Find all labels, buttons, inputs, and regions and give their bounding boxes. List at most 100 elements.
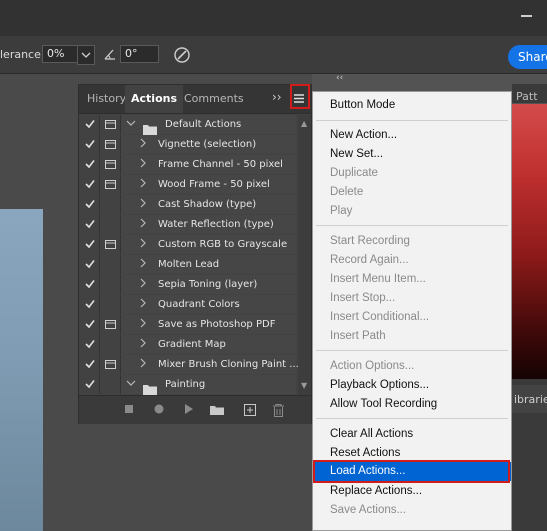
tolerance-dropdown[interactable] — [77, 45, 95, 65]
toggle-checkbox[interactable] — [81, 175, 100, 194]
action-row[interactable]: Save as Photoshop PDF — [79, 315, 297, 334]
menu-item-new-action[interactable]: New Action... — [313, 126, 511, 145]
dialog-toggle[interactable] — [101, 355, 121, 374]
delete-icon[interactable] — [273, 404, 284, 417]
menu-item-action-options[interactable]: Action Options... — [313, 357, 511, 376]
chevron-down-icon[interactable] — [126, 118, 136, 131]
chevron-right-icon[interactable] — [139, 158, 147, 171]
check-icon — [85, 360, 95, 369]
tab-comments[interactable]: Comments — [184, 92, 244, 105]
action-set-row[interactable]: Default Actions — [79, 115, 297, 135]
dialog-toggle[interactable] — [101, 235, 121, 254]
chevron-right-icon[interactable] — [139, 138, 147, 151]
tab-history[interactable]: History — [87, 92, 126, 105]
action-row[interactable]: Custom RGB to Grayscale — [79, 235, 297, 254]
menu-item-play[interactable]: Play — [313, 202, 511, 221]
chevron-right-icon[interactable] — [139, 238, 147, 251]
action-row[interactable]: Quadrant Colors — [79, 295, 297, 314]
action-row[interactable]: Wood Frame - 50 pixel — [79, 175, 297, 194]
menu-item-button-mode[interactable]: Button Mode — [313, 96, 511, 115]
toggle-checkbox[interactable] — [81, 275, 100, 294]
toggle-checkbox[interactable] — [81, 375, 100, 394]
share-button[interactable]: Share — [508, 45, 547, 69]
toggle-checkbox[interactable] — [81, 115, 100, 134]
toggle-checkbox[interactable] — [81, 255, 100, 274]
action-row[interactable]: Vignette (selection) — [79, 135, 297, 154]
minimize-icon[interactable] — [521, 15, 532, 17]
check-icon — [85, 320, 95, 329]
dialog-toggle[interactable] — [101, 215, 121, 234]
action-row[interactable]: Gradient Map — [79, 335, 297, 354]
toggle-checkbox[interactable] — [81, 335, 100, 354]
action-row[interactable]: Mixer Brush Cloning Paint ... — [79, 355, 299, 374]
menu-item-allow-tool-recording[interactable]: Allow Tool Recording — [313, 395, 511, 414]
toggle-checkbox[interactable] — [81, 235, 100, 254]
toggle-checkbox[interactable] — [81, 295, 100, 314]
dialog-toggle[interactable] — [101, 375, 121, 394]
new-action-icon[interactable] — [244, 404, 256, 416]
chevron-right-icon[interactable] — [139, 318, 147, 331]
chevron-right-icon[interactable] — [139, 198, 147, 211]
pressure-icon[interactable] — [172, 45, 192, 65]
dialog-toggle[interactable] — [101, 335, 121, 354]
toggle-checkbox[interactable] — [81, 355, 100, 374]
dialog-toggle[interactable] — [101, 195, 121, 214]
collapse-panels-icon[interactable]: ‹‹ — [336, 73, 343, 83]
action-row[interactable]: Cast Shadow (type) — [79, 195, 297, 214]
stop-icon[interactable] — [124, 404, 134, 414]
action-row[interactable]: Molten Lead — [79, 255, 297, 274]
chevron-right-icon[interactable] — [139, 298, 147, 311]
color-field[interactable] — [512, 104, 547, 379]
toggle-checkbox[interactable] — [81, 135, 100, 154]
dialog-toggle[interactable] — [101, 275, 121, 294]
menu-item-playback-options[interactable]: Playback Options... — [313, 376, 511, 395]
chevron-right-icon[interactable] — [139, 278, 147, 291]
dialog-toggle[interactable] — [101, 315, 121, 334]
chevron-right-icon[interactable] — [139, 178, 147, 191]
menu-item-new-set[interactable]: New Set... — [313, 145, 511, 164]
actions-scrollbar[interactable] — [298, 115, 311, 395]
dialog-toggle[interactable] — [101, 175, 121, 194]
tab-patterns[interactable]: Patt — [516, 90, 538, 103]
action-row[interactable]: Frame Channel - 50 pixel — [79, 155, 297, 174]
menu-item-delete[interactable]: Delete — [313, 183, 511, 202]
chevron-right-icon[interactable] — [139, 358, 147, 371]
toggle-checkbox[interactable] — [81, 195, 100, 214]
menu-item-save-actions[interactable]: Save Actions... — [313, 501, 511, 520]
dialog-toggle[interactable] — [101, 115, 121, 134]
dialog-toggle[interactable] — [101, 135, 121, 154]
scroll-up-icon[interactable]: ▲ — [301, 119, 307, 128]
action-name: Gradient Map — [158, 339, 226, 350]
toggle-checkbox[interactable] — [81, 215, 100, 234]
new-set-icon[interactable] — [210, 404, 224, 415]
action-row[interactable]: Sepia Toning (layer) — [79, 275, 297, 294]
dialog-toggle[interactable] — [101, 255, 121, 274]
chevron-right-icon[interactable] — [139, 258, 147, 271]
menu-item-clear-all-actions[interactable]: Clear All Actions — [313, 425, 511, 444]
action-set-row[interactable]: Painting — [79, 375, 297, 395]
chevron-right-icon[interactable] — [139, 338, 147, 351]
scroll-down-icon[interactable]: ▼ — [301, 381, 307, 390]
menu-item-insert-path[interactable]: Insert Path — [313, 327, 511, 346]
chevron-down-icon[interactable] — [126, 378, 136, 391]
menu-item-insert-stop[interactable]: Insert Stop... — [313, 289, 511, 308]
toggle-checkbox[interactable] — [81, 315, 100, 334]
dialog-toggle[interactable] — [101, 155, 121, 174]
tab-libraries[interactable]: ibraries — [514, 393, 547, 406]
more-tabs-icon[interactable]: ›› — [272, 90, 282, 104]
play-icon[interactable] — [184, 404, 194, 414]
record-icon[interactable] — [154, 404, 164, 414]
dialog-toggle[interactable] — [101, 295, 121, 314]
tolerance-input[interactable]: 0% — [42, 45, 80, 63]
menu-item-record-again[interactable]: Record Again... — [313, 251, 511, 270]
angle-input[interactable]: 0° — [120, 45, 159, 63]
menu-item-replace-actions[interactable]: Replace Actions... — [313, 482, 511, 501]
menu-item-duplicate[interactable]: Duplicate — [313, 164, 511, 183]
action-row[interactable]: Water Reflection (type) — [79, 215, 297, 234]
toggle-checkbox[interactable] — [81, 155, 100, 174]
chevron-right-icon[interactable] — [139, 218, 147, 231]
tab-actions[interactable]: Actions — [125, 85, 183, 113]
menu-item-start-recording[interactable]: Start Recording — [313, 232, 511, 251]
menu-item-insert-menu-item[interactable]: Insert Menu Item... — [313, 270, 511, 289]
menu-item-insert-conditional[interactable]: Insert Conditional... — [313, 308, 511, 327]
